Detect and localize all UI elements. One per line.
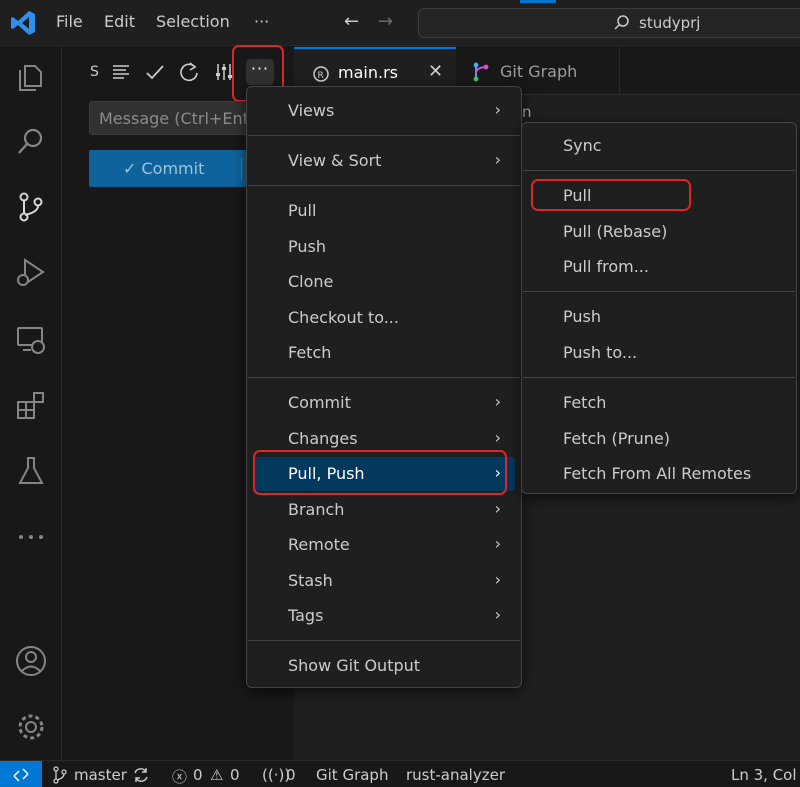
tab-label: main.rs — [338, 63, 398, 82]
ports-count[interactable]: 0 — [286, 766, 296, 784]
commit-split-divider — [241, 158, 242, 180]
menu-item-branch[interactable]: Branch › — [253, 493, 515, 527]
testing-icon[interactable] — [13, 453, 49, 489]
pull-push-submenu: Sync Pull Pull (Rebase) Pull from... Pus… — [521, 122, 797, 494]
view-as-list-icon[interactable] — [110, 61, 132, 83]
menu-edit[interactable]: Edit — [104, 12, 135, 31]
search-icon — [614, 15, 629, 30]
menu-divider — [248, 377, 520, 378]
settings-gear-icon[interactable] — [13, 709, 49, 745]
menu-file[interactable]: File — [56, 12, 83, 31]
extensions-icon[interactable] — [13, 387, 49, 423]
menu-item-push[interactable]: Push — [253, 230, 515, 264]
chevron-right-icon: › — [494, 534, 501, 553]
run-debug-icon[interactable] — [13, 254, 49, 290]
remote-indicator-button[interactable] — [0, 761, 42, 787]
more-actions-menu: Views › View & Sort › Pull Push Clone Chec… — [246, 86, 522, 688]
svg-text:R: R — [318, 71, 324, 81]
chevron-right-icon: › — [494, 150, 501, 169]
warning-count[interactable]: 0 — [230, 766, 240, 784]
menu-selection[interactable]: Selection — [156, 12, 230, 31]
rust-file-icon: R — [313, 66, 329, 82]
submenu-item-sync[interactable]: Sync — [528, 129, 790, 163]
menu-item-show-git-output[interactable]: Show Git Output — [253, 649, 515, 683]
activity-bar — [0, 47, 62, 760]
menu-item-stash[interactable]: Stash › — [253, 564, 515, 598]
account-icon[interactable] — [13, 643, 49, 679]
submenu-item-fetch-prune[interactable]: Fetch (Prune) — [528, 422, 790, 456]
close-icon[interactable]: ✕ — [428, 61, 443, 82]
git-graph-icon — [473, 62, 489, 82]
remote-explorer-icon[interactable] — [13, 321, 49, 357]
menu-more[interactable]: ··· — [254, 12, 269, 31]
menu-item-view-sort[interactable]: View & Sort › — [253, 144, 515, 178]
refresh-icon[interactable] — [178, 61, 200, 83]
submenu-item-pull-from[interactable]: Pull from... — [528, 250, 790, 284]
warning-icon: ⚠ — [210, 766, 224, 784]
menu-item-remote[interactable]: Remote › — [253, 528, 515, 562]
cursor-position[interactable]: Ln 3, Col 2 — [731, 766, 800, 784]
vscode-logo-icon[interactable] — [10, 10, 36, 36]
menu-item-pull[interactable]: Pull — [253, 194, 515, 228]
menu-divider — [248, 185, 520, 186]
chevron-right-icon: › — [494, 392, 501, 411]
title-bar: File Edit Selection ··· ← → studyprj — [0, 0, 800, 46]
errors-icon: ⓧ — [172, 768, 188, 786]
error-count[interactable]: 0 — [193, 766, 203, 784]
chevron-right-icon: › — [494, 428, 501, 447]
menu-divider — [523, 377, 795, 378]
branch-icon — [53, 766, 67, 784]
remote-icon — [13, 768, 29, 782]
menu-item-fetch[interactable]: Fetch — [253, 336, 515, 370]
menu-item-tags[interactable]: Tags › — [253, 599, 515, 633]
chevron-right-icon: › — [494, 100, 501, 119]
highlight-ring-pull-push — [253, 450, 507, 495]
menu-item-views[interactable]: Views › — [253, 94, 515, 128]
commit-check-icon[interactable] — [144, 61, 166, 83]
forward-arrow-icon[interactable]: → — [378, 11, 393, 32]
menu-item-commit[interactable]: Commit › — [253, 386, 515, 420]
source-control-icon[interactable] — [13, 189, 49, 225]
sidebar-title: S — [90, 64, 99, 80]
menu-item-checkout[interactable]: Checkout to... — [253, 301, 515, 335]
highlight-ring-pull — [531, 179, 691, 211]
status-bar: master ⓧ 0 ⚠ 0 ((·)) 0 Git Graph rust-an… — [0, 760, 800, 787]
menu-divider — [248, 135, 520, 136]
menu-item-clone[interactable]: Clone — [253, 265, 515, 299]
submenu-item-fetch[interactable]: Fetch — [528, 386, 790, 420]
command-center[interactable]: studyprj — [418, 8, 800, 38]
submenu-item-pull-rebase[interactable]: Pull (Rebase) — [528, 215, 790, 249]
explorer-icon[interactable] — [13, 59, 49, 95]
submenu-item-push-to[interactable]: Push to... — [528, 336, 790, 370]
chevron-right-icon: › — [494, 605, 501, 624]
back-arrow-icon[interactable]: ← — [344, 11, 359, 32]
breadcrumb: n — [522, 103, 532, 121]
menu-divider — [248, 640, 520, 641]
title-accent-strip — [520, 0, 556, 3]
menu-divider — [523, 291, 795, 292]
submenu-item-fetch-all-remotes[interactable]: Fetch From All Remotes — [528, 457, 790, 491]
workspace-name: studyprj — [639, 14, 701, 32]
git-graph-status[interactable]: Git Graph — [316, 766, 388, 784]
tab-label: Git Graph — [500, 62, 578, 81]
chevron-right-icon: › — [494, 570, 501, 589]
rust-analyzer-status[interactable]: rust-analyzer — [406, 766, 505, 784]
chevron-right-icon: › — [494, 499, 501, 518]
branch-name[interactable]: master — [74, 766, 127, 784]
commit-button-label: ✓ Commit — [123, 159, 205, 178]
more-icon[interactable] — [13, 519, 49, 555]
sync-icon[interactable] — [132, 766, 150, 784]
menu-divider — [523, 170, 795, 171]
search-icon[interactable] — [13, 124, 49, 160]
submenu-item-push[interactable]: Push — [528, 300, 790, 334]
